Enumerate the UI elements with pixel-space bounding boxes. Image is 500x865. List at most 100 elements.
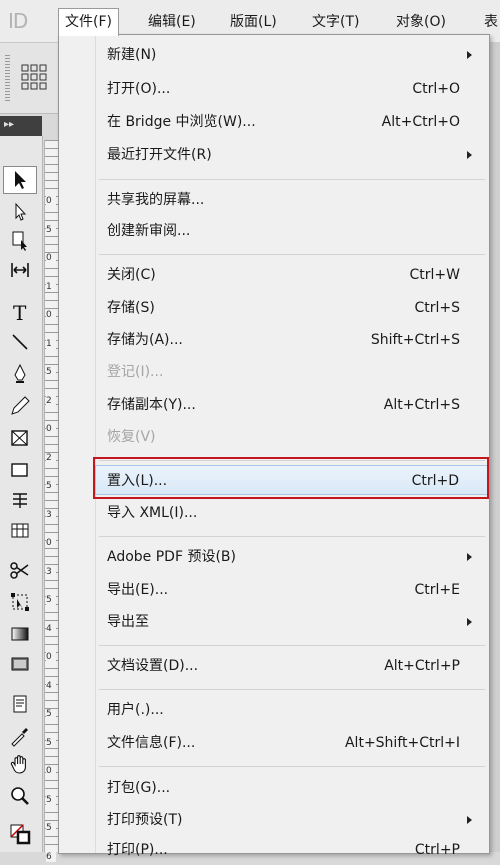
rectangle-tool-icon[interactable] xyxy=(3,456,37,484)
menu-item-package[interactable]: 打包(G)... xyxy=(96,773,488,803)
menu-item-pdf-presets[interactable]: Adobe PDF 预设(B) xyxy=(96,542,488,572)
collapse-icon[interactable]: ▸▸ xyxy=(4,119,14,130)
menu-item-label: 最近打开文件(R) xyxy=(107,147,212,163)
svg-text:T: T xyxy=(13,301,27,324)
menu-item-shortcut: Ctrl+W xyxy=(409,267,460,283)
pen-tool-icon[interactable] xyxy=(3,360,37,388)
menu-table[interactable]: 表 xyxy=(484,10,498,34)
menu-item-file-info[interactable]: 文件信息(F)... Alt+Shift+Ctrl+I xyxy=(96,728,488,758)
menu-object[interactable]: 对象(O) xyxy=(396,10,446,34)
ruler-number: 2 xyxy=(46,396,56,406)
note-tool-icon[interactable] xyxy=(3,690,37,718)
menu-item-share-screen[interactable]: 共享我的屏幕... xyxy=(96,185,488,215)
menu-type[interactable]: 文字(T) xyxy=(312,10,359,34)
ruler-number: 6 xyxy=(46,852,56,862)
menu-item-shortcut: Shift+Ctrl+S xyxy=(370,332,460,348)
menu-separator xyxy=(99,179,485,180)
app-logo: ID xyxy=(8,9,28,33)
horizontal-grid-tool-icon[interactable] xyxy=(3,486,37,514)
menu-item-shortcut: Ctrl+P xyxy=(414,842,460,858)
menu-file[interactable]: 文件(F) xyxy=(58,8,119,36)
menu-item-check-in: 登记(I)... xyxy=(96,357,488,387)
menu-layout[interactable]: 版面(L) xyxy=(230,10,277,34)
menu-item-new[interactable]: 新建(N) xyxy=(96,40,488,70)
ruler-number: 2 xyxy=(46,453,56,463)
menu-item-label: 在 Bridge 中浏览(W)... xyxy=(107,114,256,130)
menu-edit[interactable]: 编辑(E) xyxy=(148,10,196,34)
selection-tool-icon[interactable] xyxy=(3,166,37,194)
hand-tool-icon[interactable] xyxy=(3,750,37,778)
control-bar xyxy=(0,43,60,114)
ruler-number: 5 xyxy=(46,367,56,377)
menu-item-create-review[interactable]: 创建新审阅... xyxy=(96,216,488,246)
menu-icon-gutter xyxy=(59,35,96,853)
menu-item-print[interactable]: 打印(P)... Ctrl+P xyxy=(96,835,488,865)
menu-item-save-copy[interactable]: 存储副本(Y)... Alt+Ctrl+S xyxy=(96,390,488,420)
menu-separator xyxy=(99,645,485,646)
type-tool-icon[interactable]: T xyxy=(3,298,37,326)
ruler-number: 0 xyxy=(46,652,56,662)
vertical-grid-tool-icon[interactable] xyxy=(3,516,37,544)
ruler-number: 0 xyxy=(46,253,56,263)
menu-item-shortcut: Alt+Ctrl+O xyxy=(381,114,460,130)
toolbox: T xyxy=(0,136,43,852)
ruler-number: 3 xyxy=(46,567,56,577)
ruler-number: 5 xyxy=(46,823,56,833)
menu-separator xyxy=(99,254,485,255)
fill-stroke-icon[interactable] xyxy=(3,820,37,848)
menu-item-shortcut: Alt+Ctrl+P xyxy=(384,658,460,674)
menu-item-shortcut: Alt+Shift+Ctrl+I xyxy=(344,735,460,751)
gradient-tool-icon[interactable] xyxy=(3,620,37,648)
menu-item-open[interactable]: 打开(O)... Ctrl+O xyxy=(96,74,488,104)
ruler-number: 5 xyxy=(46,225,56,235)
zoom-tool-icon[interactable] xyxy=(3,782,37,810)
submenu-arrow-icon xyxy=(467,553,472,561)
grip-handle[interactable] xyxy=(5,55,10,101)
menu-item-open-recent[interactable]: 最近打开文件(R) xyxy=(96,140,488,170)
direct-selection-tool-icon[interactable] xyxy=(3,198,37,226)
submenu-arrow-icon xyxy=(467,816,472,824)
ruler-number: 0 xyxy=(46,196,56,206)
menu-item-label: 存储副本(Y)... xyxy=(107,397,196,413)
menu-item-label: 存储(S) xyxy=(107,300,155,316)
menu-item-browse-bridge[interactable]: 在 Bridge 中浏览(W)... Alt+Ctrl+O xyxy=(96,107,488,137)
gradient-feather-tool-icon[interactable] xyxy=(3,650,37,678)
ruler-number: 4 xyxy=(46,624,56,634)
menu-item-label: 文档设置(D)... xyxy=(107,658,199,674)
menu-item-revert: 恢复(V) xyxy=(96,422,488,452)
menu-item-save-as[interactable]: 存储为(A)... Shift+Ctrl+S xyxy=(96,325,488,355)
ruler-number: 5 xyxy=(46,595,56,605)
line-tool-icon[interactable] xyxy=(3,328,37,356)
menu-item-label: 用户(.)... xyxy=(107,702,164,718)
submenu-arrow-icon xyxy=(467,618,472,626)
rectangle-frame-tool-icon[interactable] xyxy=(3,424,37,452)
gap-tool-icon[interactable] xyxy=(3,256,37,284)
menu-item-export-to[interactable]: 导出至 xyxy=(96,607,488,637)
menu-item-close[interactable]: 关闭(C) Ctrl+W xyxy=(96,260,488,290)
menu-item-label: 打印预设(T) xyxy=(107,812,183,828)
page-tool-icon[interactable] xyxy=(3,226,37,254)
menu-item-document-setup[interactable]: 文档设置(D)... Alt+Ctrl+P xyxy=(96,651,488,681)
menu-item-shortcut: Ctrl+E xyxy=(414,582,461,598)
menu-item-label: Adobe PDF 预设(B) xyxy=(107,549,236,565)
eyedropper-tool-icon[interactable] xyxy=(3,722,37,750)
menu-item-label: 导出至 xyxy=(107,614,149,630)
ruler-number: 0 xyxy=(46,310,56,320)
menu-separator xyxy=(99,689,485,690)
menu-item-user[interactable]: 用户(.)... xyxy=(96,695,488,725)
toolbox-header[interactable]: ▸▸ xyxy=(0,116,42,136)
menu-item-label: 登记(I)... xyxy=(107,364,164,380)
free-transform-tool-icon[interactable] xyxy=(3,588,37,616)
menu-separator xyxy=(99,766,485,767)
menu-item-print-presets[interactable]: 打印预设(T) xyxy=(96,805,488,835)
ruler-number: 0 xyxy=(46,766,56,776)
menu-item-shortcut: Ctrl+S xyxy=(414,300,460,316)
menu-item-import-xml[interactable]: 导入 XML(I)... xyxy=(96,498,488,528)
menu-item-shortcut: Alt+Ctrl+S xyxy=(383,397,460,413)
scissors-tool-icon[interactable] xyxy=(3,556,37,584)
pencil-tool-icon[interactable] xyxy=(3,392,37,420)
reference-point-icon[interactable] xyxy=(20,63,48,91)
menu-item-export[interactable]: 导出(E)... Ctrl+E xyxy=(96,575,488,605)
menu-item-label: 创建新审阅... xyxy=(107,223,191,239)
menu-item-save[interactable]: 存储(S) Ctrl+S xyxy=(96,293,488,323)
